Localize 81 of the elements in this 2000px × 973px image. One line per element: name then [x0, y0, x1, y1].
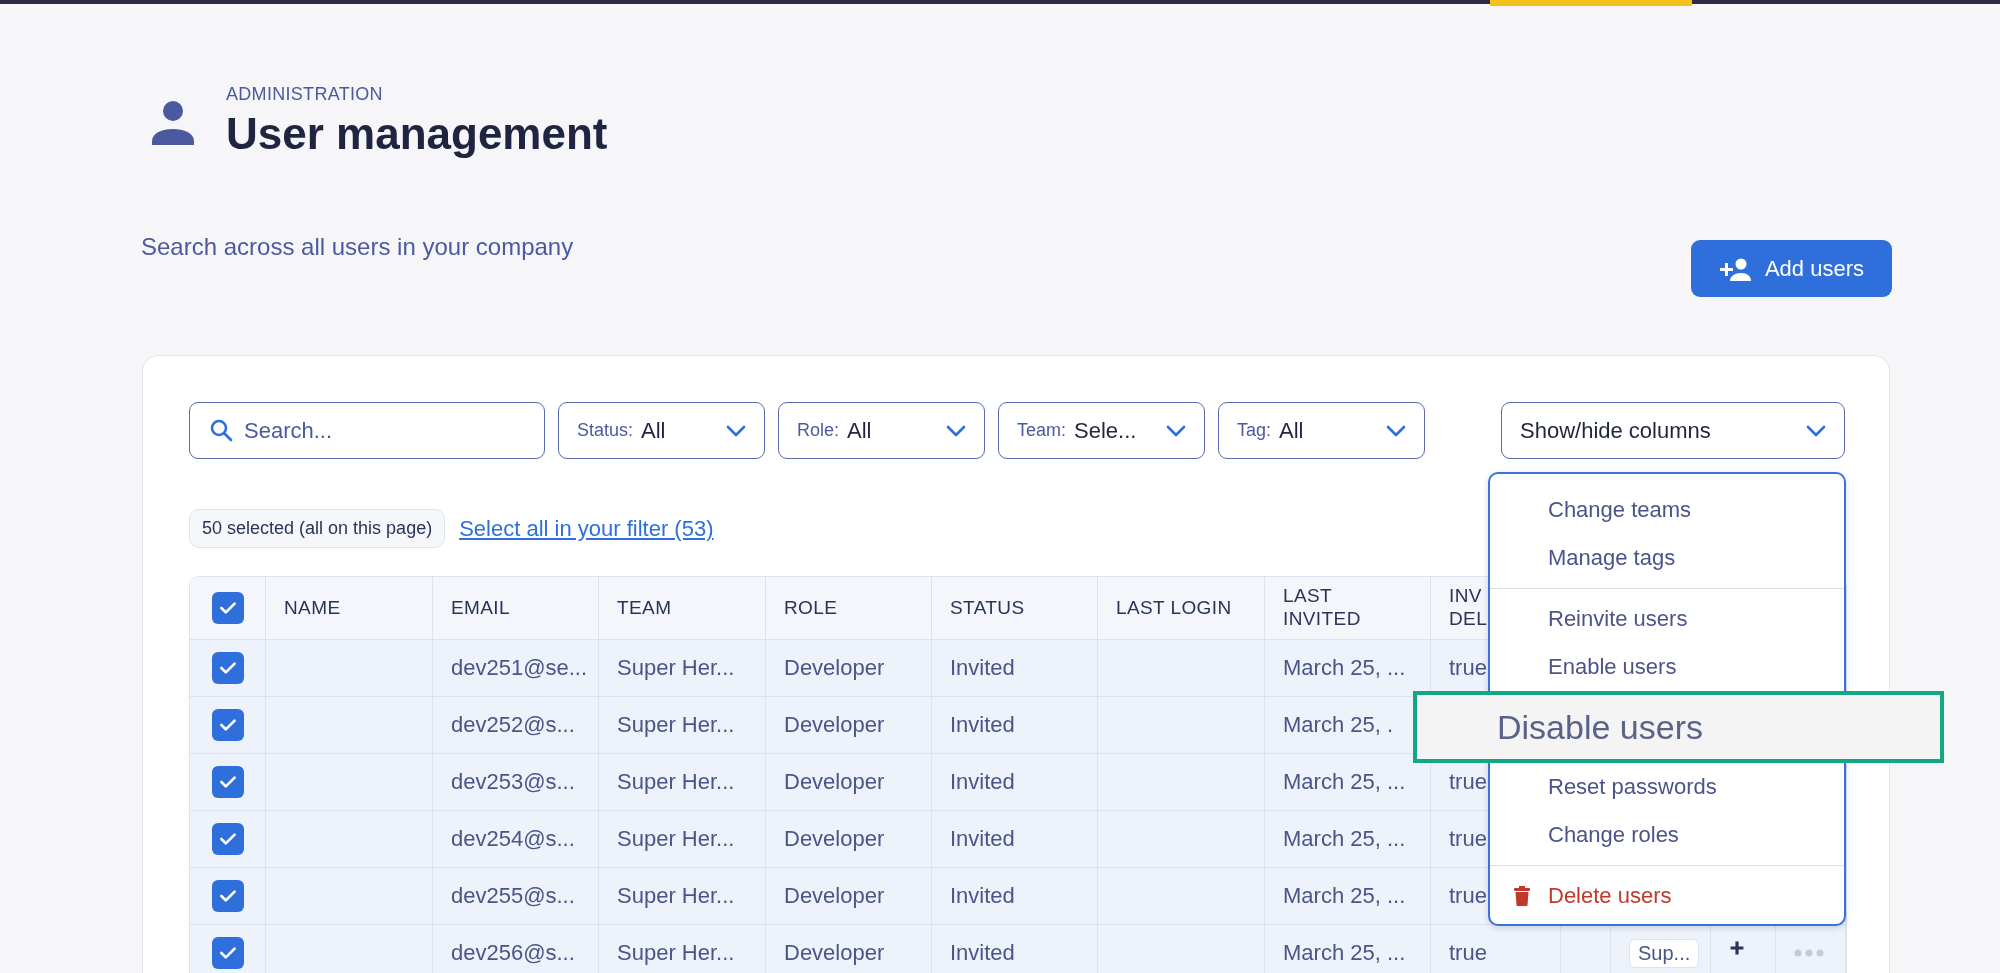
column-header[interactable]: LAST LOGIN	[1116, 596, 1232, 620]
filter-dropdown[interactable]: Status: All	[558, 402, 765, 459]
table-cell: March 25, ...	[1283, 883, 1406, 909]
menu-item[interactable]: Change teams	[1490, 486, 1844, 534]
table-cell: Super Her...	[617, 769, 735, 795]
table-cell: dev254@s...	[451, 826, 575, 852]
checkbox[interactable]	[211, 766, 244, 798]
add-users-button[interactable]: Add users	[1690, 240, 1892, 297]
table-cell: dev252@s...	[451, 712, 575, 738]
table-cell: Developer	[784, 655, 885, 681]
table-cell: Invited	[950, 940, 1015, 966]
chevron-down-icon	[1166, 424, 1186, 437]
table-cell: Invited	[950, 712, 1015, 738]
chevron-down-icon	[1386, 424, 1406, 437]
table-cell: dev255@s...	[451, 883, 575, 909]
selection-count: 50 selected (all on this page)	[189, 509, 446, 548]
column-header[interactable]: EMAIL	[451, 596, 511, 620]
table-cell: true	[1449, 883, 1487, 909]
columns-dropdown[interactable]: Show/hide columns	[1501, 402, 1845, 459]
column-header[interactable]: STATUS	[950, 596, 1025, 620]
table-cell: Super Her...	[617, 655, 735, 681]
page-title: User management	[226, 109, 608, 159]
filter-dropdown[interactable]: Team: Sele...	[998, 402, 1205, 459]
table-cell: dev256@s...	[451, 940, 575, 966]
column-header[interactable]: LAST INVITED	[1283, 585, 1412, 631]
table-cell: Invited	[950, 769, 1015, 795]
page-subtitle: Search across all users in your company	[141, 233, 574, 261]
chevron-down-icon	[946, 424, 966, 437]
table-cell: Developer	[784, 883, 885, 909]
table-cell: Developer	[784, 940, 885, 966]
table-cell: true	[1449, 826, 1487, 852]
column-header[interactable]: NAME	[284, 596, 341, 620]
chevron-down-icon	[726, 424, 746, 437]
table-cell: March 25, .	[1283, 712, 1394, 738]
plus-icon	[1729, 940, 1745, 956]
checkbox[interactable]	[211, 937, 244, 969]
zoomed-menu-item[interactable]: Disable users	[1413, 691, 1944, 763]
table-cell: Developer	[784, 769, 885, 795]
menu-item[interactable]: Change roles	[1490, 811, 1844, 859]
table-cell: Super Her...	[617, 712, 735, 738]
table-cell: Developer	[784, 826, 885, 852]
select-all-link[interactable]: Select all in your filter (53)	[459, 515, 714, 542]
table-cell: March 25, ...	[1283, 769, 1406, 795]
menu-item[interactable]: Reinvite users	[1490, 595, 1844, 643]
table-cell: Invited	[950, 883, 1015, 909]
menu-item[interactable]: Delete users	[1490, 872, 1844, 920]
trash-icon	[1514, 886, 1530, 906]
person-icon	[150, 98, 196, 145]
table-cell: March 25, ...	[1283, 826, 1406, 852]
checkbox[interactable]	[211, 880, 244, 912]
search-icon	[209, 418, 233, 442]
filter-dropdown[interactable]: Role: All	[778, 402, 985, 459]
table-cell: true	[1449, 769, 1487, 795]
table-cell: true	[1449, 940, 1487, 966]
checkbox[interactable]	[211, 652, 244, 684]
column-header[interactable]: ROLE	[784, 596, 838, 620]
table-cell: true	[1449, 655, 1487, 681]
table-cell: Super Her...	[617, 883, 735, 909]
table-cell: Invited	[950, 826, 1015, 852]
search-field[interactable]: Search...	[189, 402, 545, 459]
table-cell: dev251@se...	[451, 655, 588, 681]
table-cell: Developer	[784, 712, 885, 738]
table-cell: Invited	[950, 655, 1015, 681]
filter-dropdown[interactable]: Tag: All	[1218, 402, 1425, 459]
menu-item[interactable]: Manage tags	[1490, 534, 1844, 582]
checkbox[interactable]	[211, 709, 244, 741]
section-label: ADMINISTRATION	[226, 84, 384, 105]
checkbox[interactable]	[211, 823, 244, 855]
table-cell: March 25, ...	[1283, 655, 1406, 681]
column-header[interactable]: TEAM	[617, 596, 672, 620]
column-header[interactable]: INV DEL	[1449, 585, 1489, 631]
table-cell: Super Her...	[617, 826, 735, 852]
table-cell: dev253@s...	[451, 769, 575, 795]
checkbox[interactable]	[211, 592, 244, 624]
add-user-icon	[1718, 256, 1751, 281]
menu-item[interactable]: Enable users	[1490, 643, 1844, 691]
tag-chip: Sup...	[1629, 938, 1700, 968]
table-cell: March 25, ...	[1283, 940, 1406, 966]
chevron-down-icon	[1806, 424, 1826, 437]
menu-item[interactable]: Reset passwords	[1490, 763, 1844, 811]
table-cell: Super Her...	[617, 940, 735, 966]
